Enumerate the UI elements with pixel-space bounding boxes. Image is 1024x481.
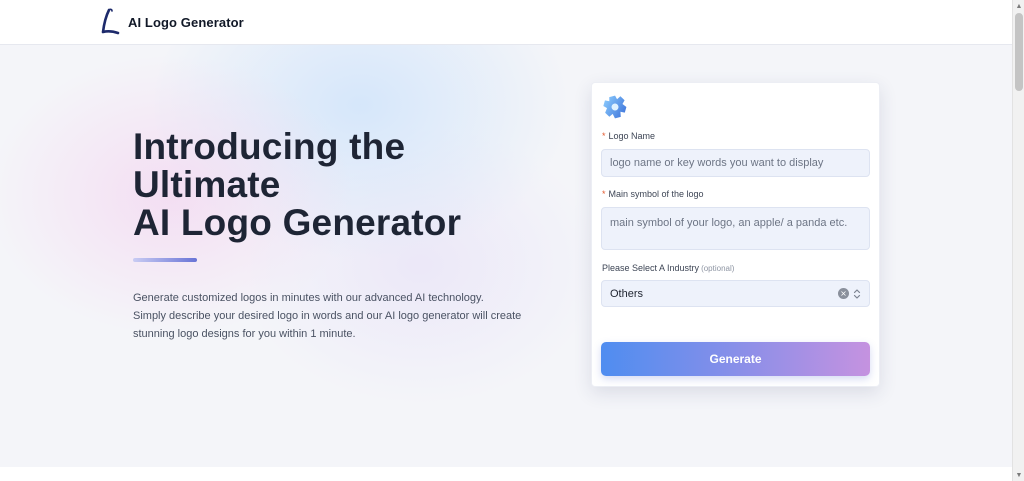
required-mark: * [602,131,606,141]
industry-label: Please Select A Industry (optional) [602,263,734,273]
brand-logo-icon [101,8,120,35]
required-mark: * [602,189,606,199]
scroll-down-icon[interactable]: ▼ [1013,469,1024,481]
scroll-thumb[interactable] [1015,13,1023,91]
page-scrollbar[interactable]: ▲ ▼ [1012,0,1024,481]
industry-label-text: Please Select A Industry [602,263,700,273]
main-symbol-input[interactable] [601,207,870,250]
hero-headline: Introducing the Ultimate AI Logo Generat… [133,128,573,242]
clear-icon[interactable]: × [838,288,849,299]
main-symbol-label-text: Main symbol of the logo [608,189,704,199]
industry-select[interactable]: Others × [601,280,870,307]
brand-name: AI Logo Generator [128,14,244,30]
headline-divider [133,258,197,262]
logo-name-label-text: Logo Name [608,131,656,141]
logo-generator-form: *Logo Name *Main symbol of the logo Plea… [591,82,880,387]
optional-note: (optional) [701,264,735,273]
chevron-updown-icon[interactable] [853,288,861,300]
industry-selected-value: Others [610,287,644,300]
headline-line-1: Introducing the [133,126,406,167]
headline-line-2: Ultimate [133,164,281,205]
description-line-3: stunning logo designs for you within 1 m… [133,328,356,340]
site-header: AI Logo Generator [0,0,1012,45]
logo-name-input[interactable] [601,149,870,177]
hero-description: Generate customized logos in minutes wit… [133,289,533,343]
description-line-1: Generate customized logos in minutes wit… [133,292,484,304]
logo-name-label: * Logo Name [602,131,655,141]
gear-icon [603,95,627,119]
next-section-edge [0,467,1012,481]
generate-button[interactable]: Generate [601,342,870,376]
brand-link[interactable]: AI Logo Generator [100,8,244,36]
description-line-2: Simply describe your desired logo in wor… [133,310,522,322]
scroll-up-icon[interactable]: ▲ [1013,0,1024,12]
main-symbol-label: * Main symbol of the logo [602,189,704,199]
headline-line-3: AI Logo Generator [133,202,462,243]
